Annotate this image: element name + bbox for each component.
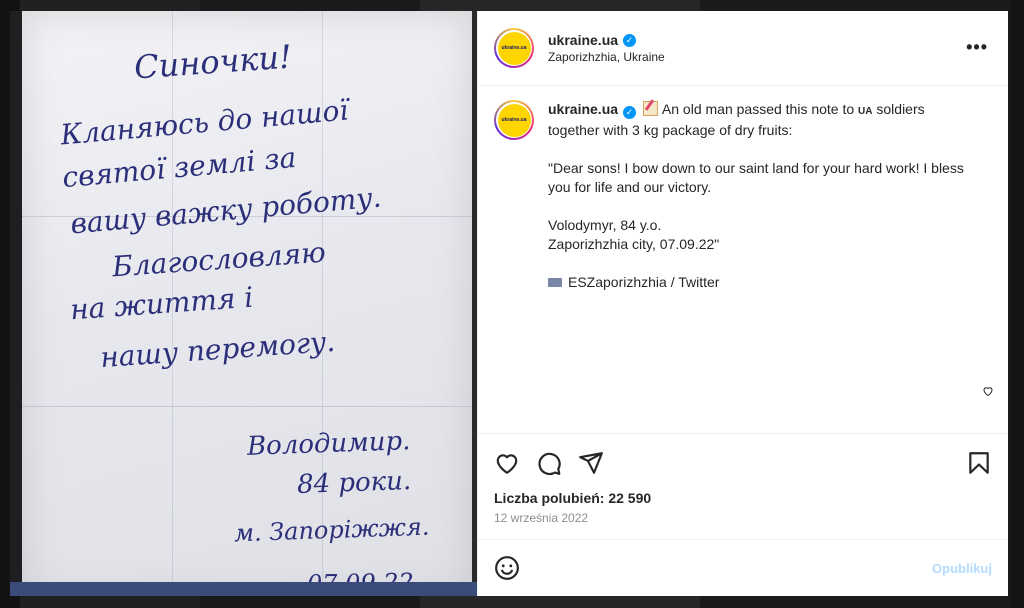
- ua-flag-icon: UA: [858, 106, 873, 117]
- note-line: Кланяюсь до нашої: [59, 93, 350, 152]
- note-line: Володимир.: [246, 426, 411, 462]
- note-line: святої землі за: [61, 140, 298, 195]
- heart-icon[interactable]: [494, 450, 520, 476]
- username-row: ukraine.ua ✓: [548, 32, 665, 48]
- caption-quote: "Dear sons! I bow down to our saint land…: [548, 160, 964, 195]
- caption-text: ukraine.ua ✓ An old man passed this note …: [548, 100, 968, 311]
- location-link[interactable]: Zaporizhzhia, Ukraine: [548, 50, 665, 64]
- source-text: ESZaporizhzhia / Twitter: [568, 274, 720, 290]
- photo-edge: [10, 11, 22, 596]
- note-line: м. Запоріжжя.: [233, 512, 430, 548]
- avatar-ring: ukraine.ua: [496, 102, 532, 138]
- caption-signature: Volodymyr, 84 y.o. Zaporizhzhia city, 07…: [548, 216, 968, 254]
- comment-input[interactable]: [534, 559, 933, 577]
- note-line: на життя і: [69, 280, 255, 327]
- username-link[interactable]: ukraine.ua: [548, 32, 618, 48]
- note-line: нашу перемогу.: [99, 324, 337, 375]
- post-side-panel: ukraine.ua ukraine.ua ✓ Zaporizhzhia, Uk…: [477, 11, 1008, 596]
- post-modal: Синочки! Кланяюсь до нашої святої землі …: [10, 11, 1008, 596]
- emoji-icon[interactable]: [494, 555, 520, 581]
- verified-badge-icon: ✓: [623, 33, 637, 47]
- memo-emoji-icon: [642, 101, 658, 116]
- publish-button[interactable]: Opublikuj: [932, 561, 992, 576]
- action-buttons: [494, 448, 992, 478]
- post-date[interactable]: 12 września 2022: [494, 511, 992, 539]
- caption-username-link[interactable]: ukraine.ua: [548, 101, 618, 117]
- verified-badge-icon: ✓: [623, 106, 637, 119]
- caption-avatar[interactable]: ukraine.ua: [494, 100, 534, 140]
- post-photo: Синочки! Кланяюсь до нашої святої землі …: [10, 11, 477, 596]
- comment-composer: Opublikuj: [478, 539, 1008, 596]
- more-options-icon[interactable]: •••: [966, 37, 988, 58]
- caption-like-heart-icon[interactable]: [982, 384, 994, 400]
- likes-count[interactable]: Liczba polubień: 22 590: [494, 490, 992, 506]
- send-icon[interactable]: [578, 450, 604, 476]
- avatar-logo: ukraine.ua: [497, 31, 531, 65]
- note-line: Синочки!: [132, 37, 294, 87]
- signature-line: Zaporizhzhia city, 07.09.22": [548, 236, 720, 252]
- post-actions: Liczba polubień: 22 590 12 września 2022: [478, 433, 1008, 539]
- caption-source: ESZaporizhzhia / Twitter: [548, 273, 968, 292]
- caption-intro-text: An old man passed this note to: [661, 101, 855, 117]
- comment-icon[interactable]: [536, 450, 562, 476]
- caption-intro: ukraine.ua ✓ An old man passed this note …: [548, 100, 968, 140]
- note-text: Синочки! Кланяюсь до нашої святої землі …: [22, 11, 472, 596]
- avatar[interactable]: ukraine.ua: [494, 28, 534, 68]
- note-line: Благословляю: [111, 235, 327, 284]
- photo-bottom-edge: [10, 582, 477, 596]
- heart-outline-icon: [983, 387, 993, 397]
- avatar-logo: ukraine.ua: [497, 103, 531, 137]
- header-text: ukraine.ua ✓ Zaporizhzhia, Ukraine: [548, 32, 665, 64]
- signature-line: Volodymyr, 84 y.o.: [548, 217, 662, 233]
- post-header: ukraine.ua ukraine.ua ✓ Zaporizhzhia, Uk…: [478, 11, 1008, 86]
- flag-icon: [548, 278, 562, 287]
- avatar-ring: ukraine.ua: [496, 30, 532, 66]
- comments-section: ukraine.ua ukraine.ua ✓ An old man passed…: [478, 86, 1008, 433]
- bookmark-icon[interactable]: [966, 450, 992, 476]
- post-caption: ukraine.ua ukraine.ua ✓ An old man passed…: [494, 100, 992, 311]
- note-line: 84 роки.: [296, 466, 412, 500]
